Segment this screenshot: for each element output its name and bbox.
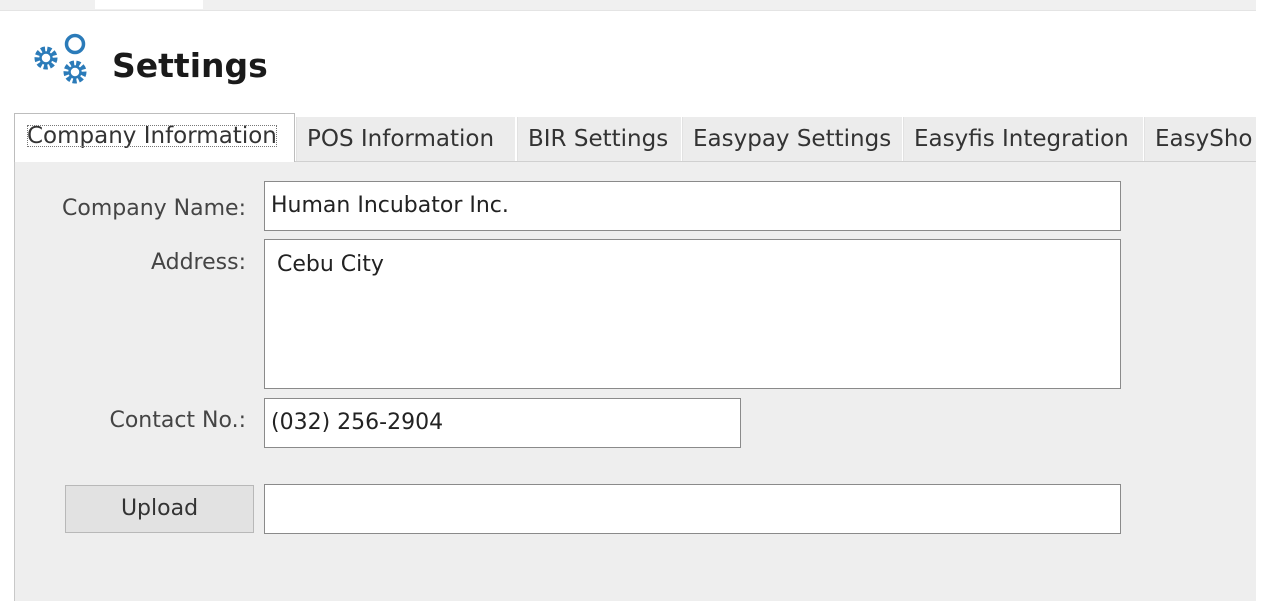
gears-icon <box>34 33 87 84</box>
company-information-panel: Company Name: Human Incubator Inc. Addre… <box>14 161 1256 601</box>
tab-label: Easypay Settings <box>693 126 892 152</box>
tab-company-information[interactable]: Company Information <box>14 113 295 162</box>
company-name-field[interactable]: Human Incubator Inc. <box>264 181 1121 231</box>
tab-easypay-settings[interactable]: Easypay Settings <box>682 117 902 161</box>
address-label: Address: <box>150 250 246 275</box>
tab-label: Easyfis Integration <box>914 126 1129 152</box>
page-title: Settings <box>112 45 268 85</box>
upload-path-field[interactable] <box>264 484 1121 534</box>
contact-no-label: Contact No.: <box>109 408 246 433</box>
tab-pos-information[interactable]: POS Information <box>296 117 515 161</box>
page-header: Settings <box>30 32 268 92</box>
tab-easyshop[interactable]: EasySho <box>1144 117 1256 161</box>
tab-label: Company Information <box>26 123 277 149</box>
tab-bir-settings[interactable]: BIR Settings <box>517 117 681 161</box>
address-field[interactable]: Cebu City <box>264 239 1121 389</box>
tab-label: POS Information <box>307 126 495 152</box>
top-strip <box>0 0 1256 11</box>
tab-strip: Company Information POS Information BIR … <box>14 113 1256 162</box>
tab-label: BIR Settings <box>528 126 669 152</box>
tab-easyfis-integration[interactable]: Easyfis Integration <box>903 117 1143 161</box>
upload-button[interactable]: Upload <box>65 485 254 533</box>
company-name-label: Company Name: <box>62 196 246 221</box>
top-strip-segment <box>95 0 203 9</box>
tab-label: EasySho <box>1155 126 1253 152</box>
contact-no-field[interactable]: (032) 256-2904 <box>264 398 741 448</box>
